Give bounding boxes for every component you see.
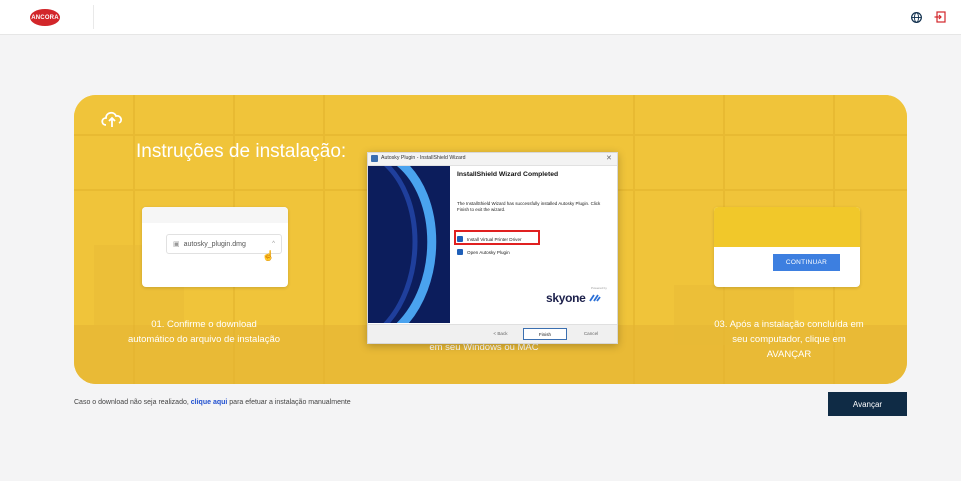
step1-text: 01. Confirme o download automático do ar… bbox=[127, 319, 281, 345]
topbar-divider bbox=[93, 5, 94, 29]
installshield-dialog: Autosky Plugin - InstallShield Wizard ✕ … bbox=[367, 152, 618, 344]
hint-prefix: Caso o download não seja realizado, bbox=[74, 399, 189, 406]
download-filename: autosky_plugin.dmg bbox=[183, 240, 246, 248]
dialog-title: Autosky Plugin - InstallShield Wizard bbox=[381, 155, 466, 161]
close-icon: ✕ bbox=[606, 155, 612, 162]
manual-install-link[interactable]: clique aqui bbox=[191, 399, 228, 406]
checkbox-checked-icon bbox=[457, 249, 463, 255]
dialog-cancel-button: Cancel bbox=[583, 330, 599, 336]
skyone-logo: skyone bbox=[546, 291, 601, 305]
checkbox-highlight-box bbox=[454, 230, 540, 245]
avancar-button[interactable]: Avançar bbox=[828, 392, 907, 416]
open-plugin-checkbox: Open Autosky Plugin bbox=[457, 247, 510, 257]
skyone-mark-icon bbox=[588, 294, 601, 302]
instructions-title: Instruções de instalação: bbox=[136, 141, 347, 162]
dialog-back-button: < Back bbox=[493, 330, 508, 336]
yellow-banner bbox=[714, 207, 860, 247]
installer-icon bbox=[371, 155, 378, 162]
chevron-up-icon: ^ bbox=[272, 241, 275, 247]
top-bar: ANCORA bbox=[0, 0, 961, 35]
dialog-heading: InstallShield Wizard Completed bbox=[457, 171, 559, 178]
powered-by-label: Powered by bbox=[591, 286, 607, 290]
skyone-wordmark: skyone bbox=[546, 291, 586, 305]
continue-screenshot: CONTINUAR bbox=[714, 207, 860, 287]
browser-bar bbox=[142, 207, 288, 223]
manual-install-hint: Caso o download não seja realizado, cliq… bbox=[74, 399, 351, 406]
ancora-logo[interactable]: ANCORA bbox=[30, 9, 60, 26]
file-icon: ▣ bbox=[173, 241, 180, 248]
continuar-button-preview: CONTINUAR bbox=[773, 254, 840, 271]
arc-graphic bbox=[383, 166, 437, 323]
step3-text: 03. Após a instalação concluída em seu c… bbox=[714, 319, 864, 360]
download-screenshot: ▣ autosky_plugin.dmg ^ ☝ bbox=[142, 207, 288, 287]
logout-icon[interactable] bbox=[934, 11, 946, 23]
dialog-side-banner bbox=[368, 166, 450, 323]
cloud-upload-icon bbox=[101, 111, 123, 127]
pointer-cursor-icon: ☝ bbox=[262, 251, 275, 262]
hint-suffix: para efetuar a instalação manualmente bbox=[229, 399, 351, 406]
globe-icon[interactable] bbox=[911, 12, 922, 23]
dialog-body: The InstallShield Wizard has successfull… bbox=[457, 201, 601, 212]
dialog-finish-button: Finish bbox=[523, 328, 567, 340]
checkbox2-label: Open Autosky Plugin bbox=[467, 249, 510, 255]
dialog-titlebar: Autosky Plugin - InstallShield Wizard ✕ bbox=[368, 153, 617, 166]
